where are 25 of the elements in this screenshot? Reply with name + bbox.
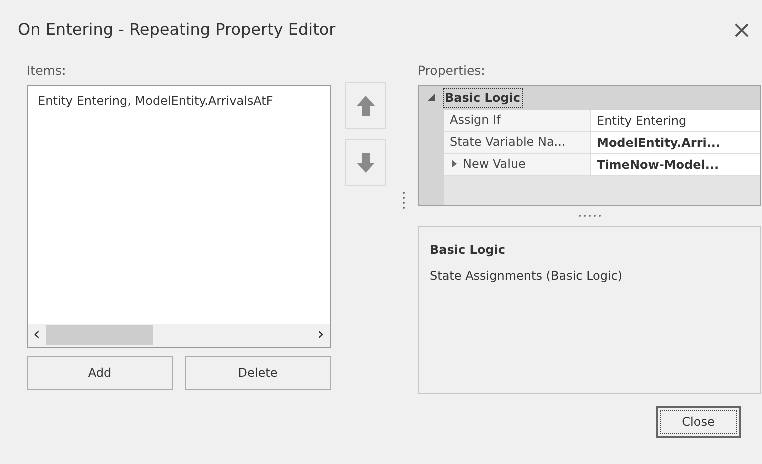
horizontal-scrollbar[interactable]: ‹ › xyxy=(28,324,330,347)
move-up-button[interactable] xyxy=(345,82,386,129)
up-arrow-icon xyxy=(356,94,376,116)
action-button[interactable]: Add xyxy=(27,356,173,390)
description-title: Basic Logic xyxy=(430,242,506,259)
scroll-right-button[interactable]: › xyxy=(312,326,330,344)
action-button[interactable]: Delete xyxy=(185,356,331,390)
close-button[interactable]: Close xyxy=(656,406,741,438)
scroll-left-button[interactable]: ‹ xyxy=(28,326,46,344)
move-down-button[interactable] xyxy=(345,139,386,186)
property-value[interactable]: ModelEntity.Arri... xyxy=(591,132,760,154)
splitter-handle[interactable] xyxy=(578,214,602,218)
down-arrow-icon xyxy=(356,152,376,174)
property-value[interactable]: Entity Entering xyxy=(591,110,760,132)
scrollbar-thumb[interactable] xyxy=(46,325,153,346)
expand-icon[interactable] xyxy=(452,160,457,168)
category-header[interactable]: Basic Logic xyxy=(444,88,522,107)
items-label: Items: xyxy=(27,62,68,80)
properties-label: Properties: xyxy=(418,62,486,80)
description-text: State Assignments (Basic Logic) xyxy=(430,268,624,285)
window-title: On Entering - Repeating Property Editor xyxy=(18,19,336,41)
collapse-icon[interactable] xyxy=(428,94,435,102)
list-item[interactable]: Entity Entering, ModelEntity.ArrivalsAtF xyxy=(38,92,320,110)
property-value[interactable]: TimeNow-Model... xyxy=(591,154,760,176)
splitter-handle[interactable] xyxy=(402,190,406,210)
